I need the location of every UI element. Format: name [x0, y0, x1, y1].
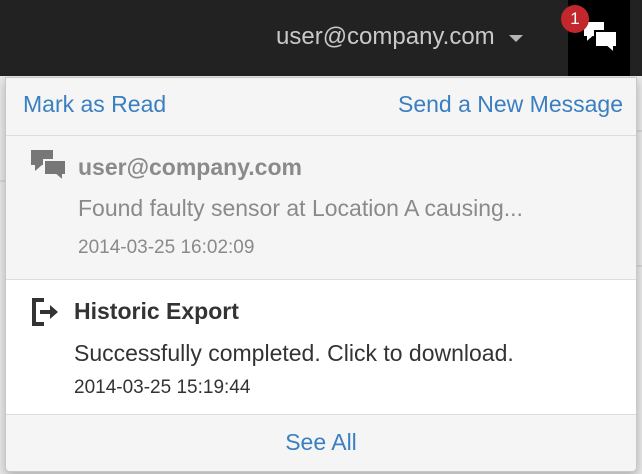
export-icon	[30, 296, 62, 333]
send-new-message-link[interactable]: Send a New Message	[398, 91, 623, 118]
caret-down-icon	[508, 35, 523, 42]
notification-item[interactable]: Historic Export Successfully completed. …	[6, 280, 636, 415]
dropdown-header: Mark as Read Send a New Message	[6, 78, 636, 136]
notification-body: Found faulty sensor at Location A causin…	[78, 195, 523, 221]
notification-title: Historic Export	[74, 298, 239, 324]
notification-timestamp: 2014-03-25 15:19:44	[74, 377, 251, 398]
notification-timestamp: 2014-03-25 16:02:09	[78, 237, 255, 258]
notification-count-badge: 1	[561, 5, 589, 33]
chat-bubbles-icon	[30, 148, 68, 187]
notification-title: user@company.com	[78, 154, 302, 180]
see-all-link[interactable]: See All	[285, 429, 357, 456]
user-email: user@company.com	[276, 23, 495, 50]
notification-body: Successfully completed. Click to downloa…	[74, 340, 514, 366]
mark-as-read-link[interactable]: Mark as Read	[23, 91, 166, 118]
user-menu-dropdown[interactable]: user@company.com	[276, 19, 523, 55]
dropdown-footer: See All	[6, 415, 636, 471]
top-navbar: user@company.com 1	[0, 0, 642, 76]
notification-item[interactable]: user@company.com Found faulty sensor at …	[6, 136, 636, 280]
notifications-dropdown: Mark as Read Send a New Message user@com…	[5, 77, 637, 472]
